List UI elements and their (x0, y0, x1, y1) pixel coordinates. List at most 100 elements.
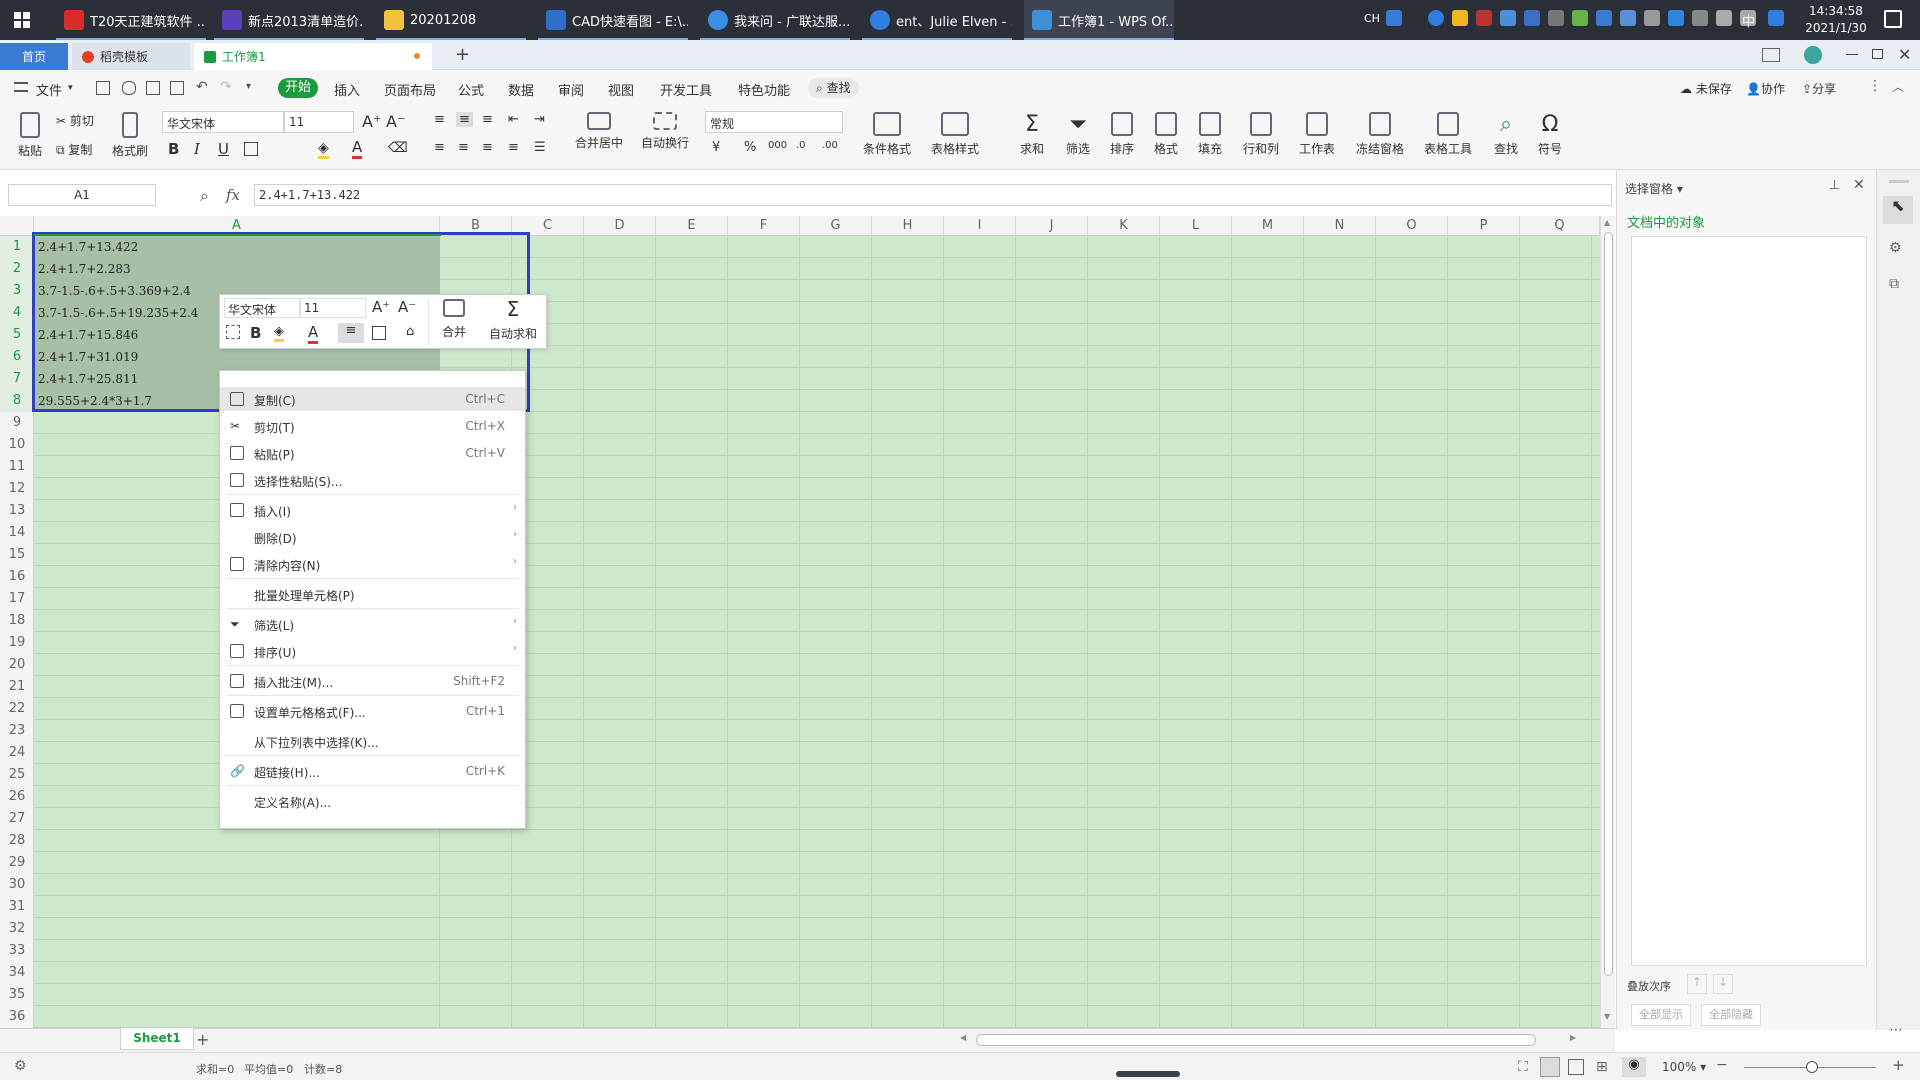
sort-button[interactable]: 排序 (1102, 112, 1142, 157)
tab-home[interactable]: 首页 (0, 43, 68, 70)
row-header[interactable]: 34 (0, 962, 34, 984)
row-header[interactable]: 33 (0, 940, 34, 962)
underline-icon[interactable]: U (218, 140, 229, 158)
menu-developer[interactable]: 开发工具 (660, 80, 712, 99)
find-button[interactable]: ⌕ 查找 (1486, 112, 1526, 157)
indent-decrease-icon[interactable]: ⇤ (508, 112, 519, 127)
font-color-icon[interactable]: A (352, 138, 363, 159)
zoom-in-button[interactable]: + (1892, 1056, 1905, 1074)
eye-protection-icon[interactable]: ◉ (1622, 1057, 1646, 1077)
context-item-paste[interactable]: 粘贴(P) Ctrl+V (220, 441, 525, 465)
tray-gpu-icon[interactable] (1572, 10, 1588, 26)
window-layout-icon[interactable] (1762, 48, 1780, 62)
horizontal-scroll-thumb[interactable] (976, 1034, 1536, 1046)
row-header[interactable]: 1 (0, 236, 34, 258)
paste-button[interactable]: 粘贴 (12, 112, 48, 159)
more-options-icon[interactable]: ⋮ (1868, 78, 1882, 94)
print-preview-icon[interactable] (170, 81, 184, 95)
fullscreen-icon[interactable]: ⛶ (1518, 1059, 1528, 1075)
language-indicator[interactable]: CH (1364, 12, 1380, 25)
print-icon[interactable] (146, 81, 160, 95)
align-center-icon[interactable]: ≡ (458, 140, 469, 155)
redo-icon[interactable]: ↷ (220, 79, 232, 95)
mini-merge-button[interactable]: 合并 (432, 299, 476, 340)
cut-button[interactable]: ✂ 剪切 (56, 112, 94, 129)
normal-view-icon[interactable] (1540, 1057, 1560, 1077)
table-style-button[interactable]: 表格样式 (924, 112, 986, 157)
row-header[interactable]: 26 (0, 786, 34, 808)
tray-ime-icon[interactable] (1768, 10, 1784, 26)
menu-search[interactable]: ⌕ 查找 (808, 78, 859, 98)
row-header[interactable]: 27 (0, 808, 34, 830)
name-box[interactable]: A1 (8, 184, 156, 206)
restore-button[interactable] (1872, 49, 1883, 59)
thousands-icon[interactable]: 000 (768, 140, 787, 151)
context-item-define-name[interactable]: 定义名称(A)... (220, 789, 525, 813)
collapse-ribbon-icon[interactable]: ︿ (1892, 78, 1904, 95)
tray-box-icon[interactable] (1620, 10, 1636, 26)
row-header[interactable]: 30 (0, 874, 34, 896)
menu-view[interactable]: 视图 (608, 80, 634, 99)
tab-template[interactable]: 稻壳模板 (72, 43, 190, 70)
row-header[interactable]: 15 (0, 544, 34, 566)
wrap-text-button[interactable]: 自动换行 (638, 112, 692, 151)
save-icon[interactable] (96, 81, 110, 95)
unsaved-status[interactable]: ☁ 未保存 (1680, 80, 1732, 97)
windows-start-icon[interactable] (14, 12, 30, 28)
fill-button[interactable]: 填充 (1190, 112, 1230, 157)
column-header[interactable]: M (1232, 216, 1304, 236)
filter-button[interactable]: ⏷ 筛选 (1058, 112, 1098, 157)
mini-fill-color-icon[interactable]: ◈ (274, 324, 284, 342)
pin-icon[interactable]: ⊥ (1829, 178, 1840, 193)
table-tools-button[interactable]: 表格工具 (1416, 112, 1480, 157)
column-header[interactable]: L (1160, 216, 1232, 236)
row-header[interactable]: 6 (0, 346, 34, 368)
context-item-delete[interactable]: 删除(D) › (220, 525, 525, 549)
menu-start[interactable]: 开始 (278, 78, 318, 98)
context-item-hyperlink[interactable]: 🔗 超链接(H)... Ctrl+K (220, 759, 525, 783)
column-header[interactable]: H (872, 216, 944, 236)
minimize-button[interactable] (1846, 54, 1858, 55)
tray-bluetooth-icon[interactable] (1596, 10, 1612, 26)
row-header[interactable]: 32 (0, 918, 34, 940)
font-size-select[interactable]: 11 (284, 111, 354, 133)
row-header[interactable]: 19 (0, 632, 34, 654)
fx-button[interactable]: fx (226, 186, 240, 204)
taskbar-item-wps[interactable]: 工作簿1 - WPS Of... (1024, 0, 1174, 40)
percent-icon[interactable]: % (744, 140, 756, 155)
mini-increase-font-icon[interactable]: A⁺ (372, 298, 390, 316)
undo-icon[interactable]: ↶ (196, 79, 208, 95)
mini-format-painter-icon[interactable]: ⌂ (406, 324, 414, 339)
tray-wifi-icon[interactable] (1716, 10, 1732, 26)
taskbar-item-kugou[interactable]: ent、Julie Elven - ... (862, 0, 1012, 40)
close-icon[interactable]: ✕ (1853, 177, 1865, 193)
row-column-button[interactable]: 行和列 (1236, 112, 1286, 157)
tray-photo-icon[interactable] (1500, 10, 1516, 26)
row-header[interactable]: 31 (0, 896, 34, 918)
sum-button[interactable]: Σ 求和 (1012, 112, 1052, 157)
context-item-format-cells[interactable]: 设置单元格格式(F)... Ctrl+1 (220, 699, 525, 723)
row-header[interactable]: 18 (0, 610, 34, 632)
taskbar-item-xindian[interactable]: 新点2013清单造价... (214, 0, 364, 40)
context-item-batch[interactable]: 批量处理单元格(P) (220, 582, 525, 606)
objects-list[interactable] (1631, 236, 1867, 966)
clock[interactable]: 14:34:58 2021/1/30 (1796, 3, 1876, 37)
row-header[interactable]: 35 (0, 984, 34, 1006)
menu-page-layout[interactable]: 页面布局 (384, 80, 436, 99)
mini-bold-icon[interactable]: B (250, 324, 261, 342)
mini-autosum-button[interactable]: Σ 自动求和 (482, 297, 544, 342)
show-all-button[interactable]: 全部显示 (1631, 1004, 1691, 1026)
page-layout-view-icon[interactable] (1568, 1059, 1584, 1075)
mini-font-size-select[interactable]: 11 (300, 298, 366, 318)
context-item-sort[interactable]: 排序(U) › (220, 639, 525, 663)
symbol-button[interactable]: Ω 符号 (1530, 112, 1570, 157)
tray-usb-icon[interactable] (1644, 10, 1660, 26)
zoom-level[interactable]: 100% ▾ (1662, 1060, 1706, 1074)
tray-yellow-icon[interactable] (1452, 10, 1468, 26)
align-middle-icon[interactable]: ≡ (456, 112, 473, 127)
row-header[interactable]: 14 (0, 522, 34, 544)
macro-icon[interactable]: ⚙ (14, 1058, 27, 1074)
merge-center-button[interactable]: 合并居中 (568, 112, 630, 151)
format-button[interactable]: 格式 (1146, 112, 1186, 157)
conditional-format-button[interactable]: 条件格式 (856, 112, 918, 157)
